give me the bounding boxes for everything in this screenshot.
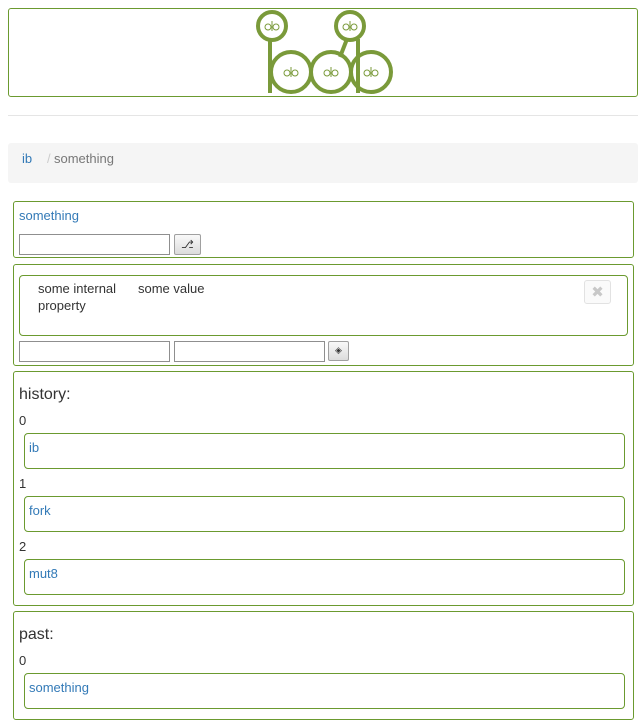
close-icon: ✖ (591, 284, 604, 301)
header (8, 8, 638, 97)
past-index: 0 (19, 653, 27, 668)
ib-name-link[interactable]: something (19, 208, 79, 223)
breadcrumb-separator: / (47, 151, 51, 166)
ib-panel: something ⎇ (13, 201, 634, 258)
rel8n-value: some value (138, 281, 205, 296)
fork-input[interactable] (19, 234, 170, 255)
add-button[interactable]: ◈ (328, 341, 349, 361)
ibgib-logo (256, 10, 393, 94)
history-index: 1 (19, 476, 27, 491)
history-item-link[interactable]: ib (29, 440, 39, 455)
past-panel: past: 0 something (13, 611, 634, 720)
remove-button[interactable]: ✖ (584, 280, 611, 304)
rel8n-row: some internal property some value ✖ (19, 275, 628, 336)
fork-button[interactable]: ⎇ (174, 234, 201, 255)
past-item-link[interactable]: something (29, 680, 89, 695)
history-item: mut8 (24, 559, 625, 595)
history-item-link[interactable]: mut8 (29, 566, 58, 581)
fork-icon: ⎇ (181, 238, 194, 251)
history-item-link[interactable]: fork (29, 503, 51, 518)
breadcrumb-root-link[interactable]: ib (22, 151, 32, 166)
history-title: history: (19, 386, 71, 403)
breadcrumb-active: something (54, 151, 114, 166)
rel8n-panel: some internal property some value ✖ ◈ (13, 264, 634, 366)
new-key-input[interactable] (19, 341, 170, 362)
rel8n-key: some internal property (38, 281, 117, 313)
past-title: past: (19, 626, 54, 643)
breadcrumb: ib / something (8, 143, 638, 183)
history-index: 2 (19, 539, 27, 554)
divider (8, 115, 638, 116)
past-item: something (24, 673, 625, 709)
history-index: 0 (19, 413, 27, 428)
new-value-input[interactable] (174, 341, 325, 362)
history-panel: history: 0 ib 1 fork 2 mut8 (13, 371, 634, 606)
add-icon: ◈ (335, 346, 342, 356)
history-item: ib (24, 433, 625, 469)
history-item: fork (24, 496, 625, 532)
